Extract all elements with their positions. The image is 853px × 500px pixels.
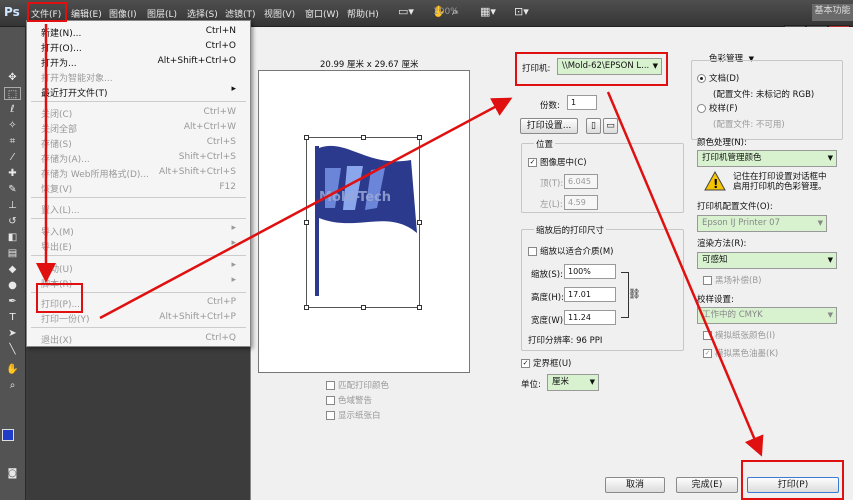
annotation-arrows	[36, 24, 764, 457]
